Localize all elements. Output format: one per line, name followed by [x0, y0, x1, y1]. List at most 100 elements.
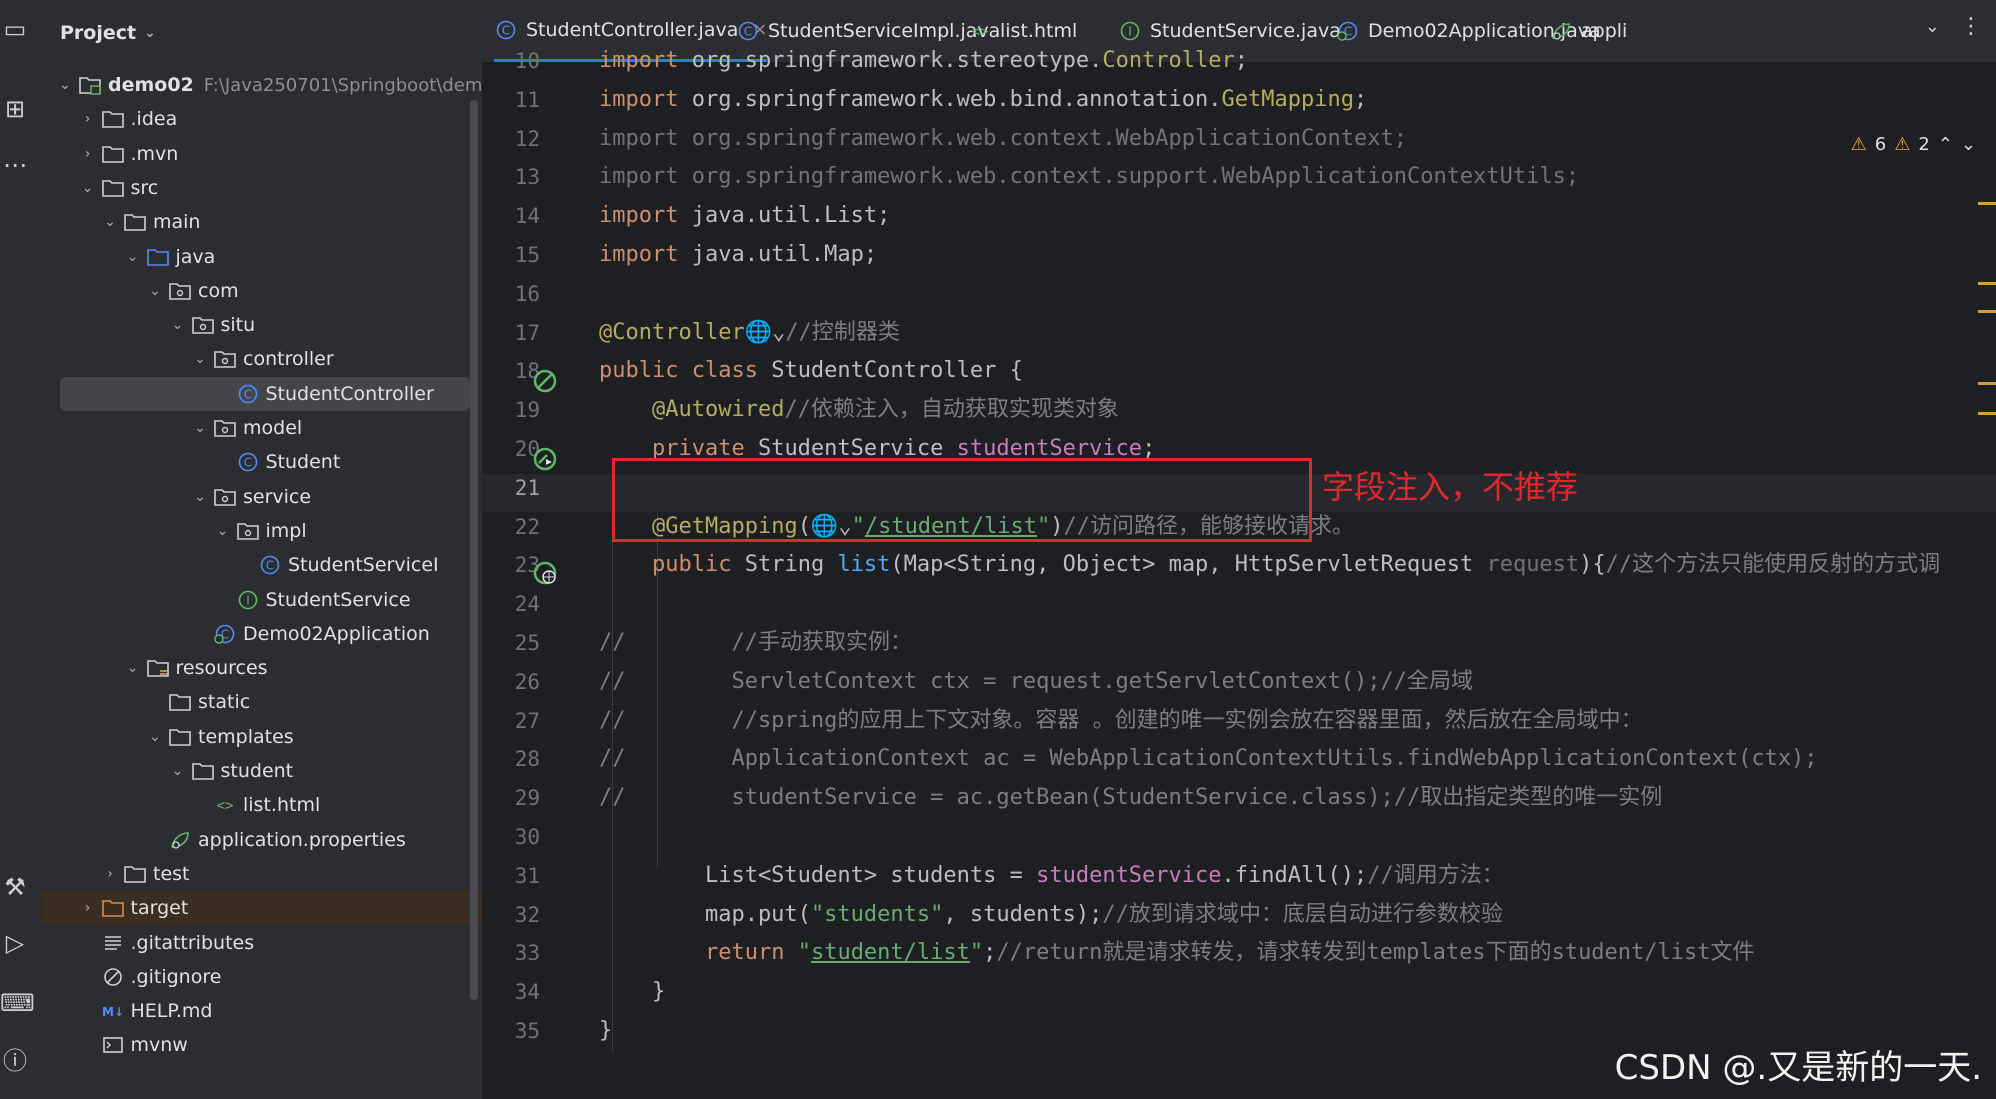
build-icon[interactable]: ⚒ [0, 872, 30, 902]
error-stripe-marker[interactable] [1978, 382, 1996, 385]
tree-item[interactable]: ⌄ resources [42, 651, 482, 685]
request-mapping-gutter-icon[interactable] [532, 560, 558, 586]
tree-item[interactable]: .gitignore [42, 960, 482, 994]
tree-item[interactable]: mvnw [42, 1028, 482, 1062]
chevron-down-icon[interactable]: ⌄ [212, 523, 234, 539]
tree-item[interactable]: static [42, 685, 482, 719]
code-line[interactable]: return "student/list";//return就是请求转发，请求转… [599, 934, 1755, 972]
chevron-down-icon[interactable]: ⌄ [144, 729, 166, 745]
autowired-gutter-icon[interactable] [532, 446, 558, 472]
code-line[interactable]: // ServletContext ctx = request.getServl… [599, 663, 1473, 701]
tree-item-label: list.html [243, 794, 321, 817]
code-line[interactable]: List<Student> students = studentService.… [599, 857, 1504, 895]
code-line[interactable]: public class StudentController { [599, 352, 1023, 390]
next-highlight-icon[interactable]: ⌄ [1961, 134, 1976, 155]
chevron-down-icon[interactable]: ⌄ [77, 180, 99, 196]
error-stripe-marker[interactable] [1978, 310, 1996, 313]
error-stripe-marker[interactable] [1978, 412, 1996, 415]
code-line[interactable]: map.put("students", students);//放到请求域中：底… [599, 896, 1503, 934]
inspection-widget[interactable]: ⚠ 6 ⚠ 2 ⌃ ⌄ [1851, 134, 1976, 155]
structure-icon[interactable]: ⊞ [0, 94, 30, 124]
tree-item[interactable]: .gitattributes [42, 926, 482, 960]
tree-item[interactable]: I StudentService [42, 583, 482, 617]
tree-item[interactable]: <> list.html [42, 788, 482, 822]
chevron-right-icon[interactable]: › [77, 111, 99, 127]
project-folder-icon[interactable]: ▭ [0, 14, 30, 44]
tree-item[interactable]: M↓ HELP.md [42, 994, 482, 1028]
run-icon[interactable]: ▷ [0, 928, 30, 958]
tree-item[interactable]: › test [42, 857, 482, 891]
tree-item[interactable]: ⌄ impl [42, 514, 482, 548]
tree-item[interactable]: ⌄ controller [42, 342, 482, 376]
error-stripe-marker[interactable] [1978, 282, 1996, 285]
code-line[interactable]: @Controller🌐⌄//控制器类 [599, 314, 900, 352]
chevron-down-icon[interactable]: ⌄ [122, 660, 144, 676]
chevron-down-icon[interactable]: ⌄ [189, 489, 211, 505]
code-line[interactable]: } [599, 973, 665, 1011]
spring-bean-gutter-icon[interactable] [532, 368, 558, 394]
tree-item[interactable]: ⌄ src [42, 171, 482, 205]
chevron-down-icon[interactable]: ⌄ [167, 317, 189, 333]
tree-item[interactable]: ⌄ service [42, 480, 482, 514]
chevron-down-icon[interactable]: ⌄ [189, 420, 211, 436]
code-line[interactable]: public String list(Map<String, Object> m… [599, 546, 1940, 584]
tree-item[interactable]: ⌄ model [42, 411, 482, 445]
more-tools-icon[interactable]: ⋯ [0, 150, 30, 180]
previous-highlight-icon[interactable]: ⌃ [1938, 134, 1953, 155]
code-line[interactable]: import java.util.List; [599, 197, 890, 235]
tree-item-label: main [153, 211, 201, 234]
tree-item-label: HELP.md [130, 1000, 213, 1023]
code-line[interactable]: import org.springframework.web.context.W… [599, 120, 1407, 158]
code-line[interactable]: import org.springframework.stereotype.Co… [599, 42, 1248, 80]
project-scrollbar[interactable] [470, 100, 478, 1000]
tree-item[interactable]: ⌄ main [42, 205, 482, 239]
interface-icon: I [1118, 20, 1142, 42]
tree-item[interactable]: ⌄ demo02 F:\Java250701\Springboot\demo [42, 68, 482, 102]
error-stripe-marker[interactable] [1978, 202, 1996, 205]
tree-item[interactable]: C StudentController [60, 376, 470, 411]
chevron-right-icon[interactable]: › [77, 146, 99, 162]
code-line[interactable]: import java.util.Map; [599, 236, 877, 274]
annotation-note: 字段注入，不推荐 [1322, 468, 1579, 506]
code-line[interactable]: @Autowired//依赖注入，自动获取实现类对象 [599, 391, 1119, 429]
tree-item[interactable]: application.properties [42, 823, 482, 857]
line-number: 24 [514, 592, 540, 617]
code-line[interactable]: // ApplicationContext ac = WebApplicatio… [599, 740, 1818, 778]
tree-item[interactable]: › .mvn [42, 137, 482, 171]
tree-item[interactable]: C StudentServiceI [42, 548, 482, 582]
spring-boot-class-icon: C [211, 622, 239, 646]
line-number: 34 [514, 980, 540, 1005]
chevron-right-icon[interactable]: › [99, 866, 121, 882]
code-line[interactable]: import org.springframework.web.context.s… [599, 158, 1579, 196]
line-number: 26 [514, 669, 540, 694]
code-line[interactable]: import org.springframework.web.bind.anno… [599, 81, 1367, 119]
problems-icon[interactable]: ⓘ [0, 1046, 30, 1076]
project-view-selector[interactable]: Project ⌄ [60, 18, 156, 48]
code-line[interactable]: // studentService = ac.getBean(StudentSe… [599, 779, 1662, 817]
tree-item[interactable]: ⌄ student [42, 754, 482, 788]
terminal-icon[interactable]: ⌨ [0, 988, 35, 1018]
code-line[interactable]: // //spring的应用上下文对象。容器 。创建的唯一实例会放在容器里面，然… [599, 702, 1643, 740]
tree-item[interactable]: ⌄ com [42, 274, 482, 308]
tree-item[interactable]: C Student [42, 445, 482, 479]
chevron-down-icon[interactable]: ⌄ [122, 249, 144, 265]
chevron-down-icon[interactable]: ⌄ [54, 77, 76, 93]
chevron-down-icon[interactable]: ⌄ [167, 763, 189, 779]
tree-item[interactable]: › target [42, 891, 482, 926]
code-editor[interactable]: 10 import org.springframework.stereotype.… [482, 48, 1996, 1099]
chevron-right-icon[interactable]: › [77, 900, 99, 916]
tree-item[interactable]: › .idea [42, 102, 482, 136]
tree-item[interactable]: ⌄ templates [42, 720, 482, 754]
line-number: 31 [514, 863, 540, 888]
chevron-down-icon[interactable]: ⌄ [144, 283, 166, 299]
code-line[interactable]: // //手动获取实例： [599, 624, 912, 662]
tree-item[interactable]: C Demo02Application [42, 617, 482, 651]
code-line[interactable]: } [599, 1012, 612, 1050]
tab-list-chevron-icon[interactable]: ⌄ [1925, 16, 1940, 37]
editor-tab[interactable]: appli [1549, 0, 1627, 62]
chevron-down-icon[interactable]: ⌄ [99, 214, 121, 230]
more-options-icon[interactable]: ⋮ [1960, 14, 1982, 39]
tree-item[interactable]: ⌄ java [42, 240, 482, 274]
chevron-down-icon[interactable]: ⌄ [189, 351, 211, 367]
tree-item[interactable]: ⌄ situ [42, 308, 482, 342]
